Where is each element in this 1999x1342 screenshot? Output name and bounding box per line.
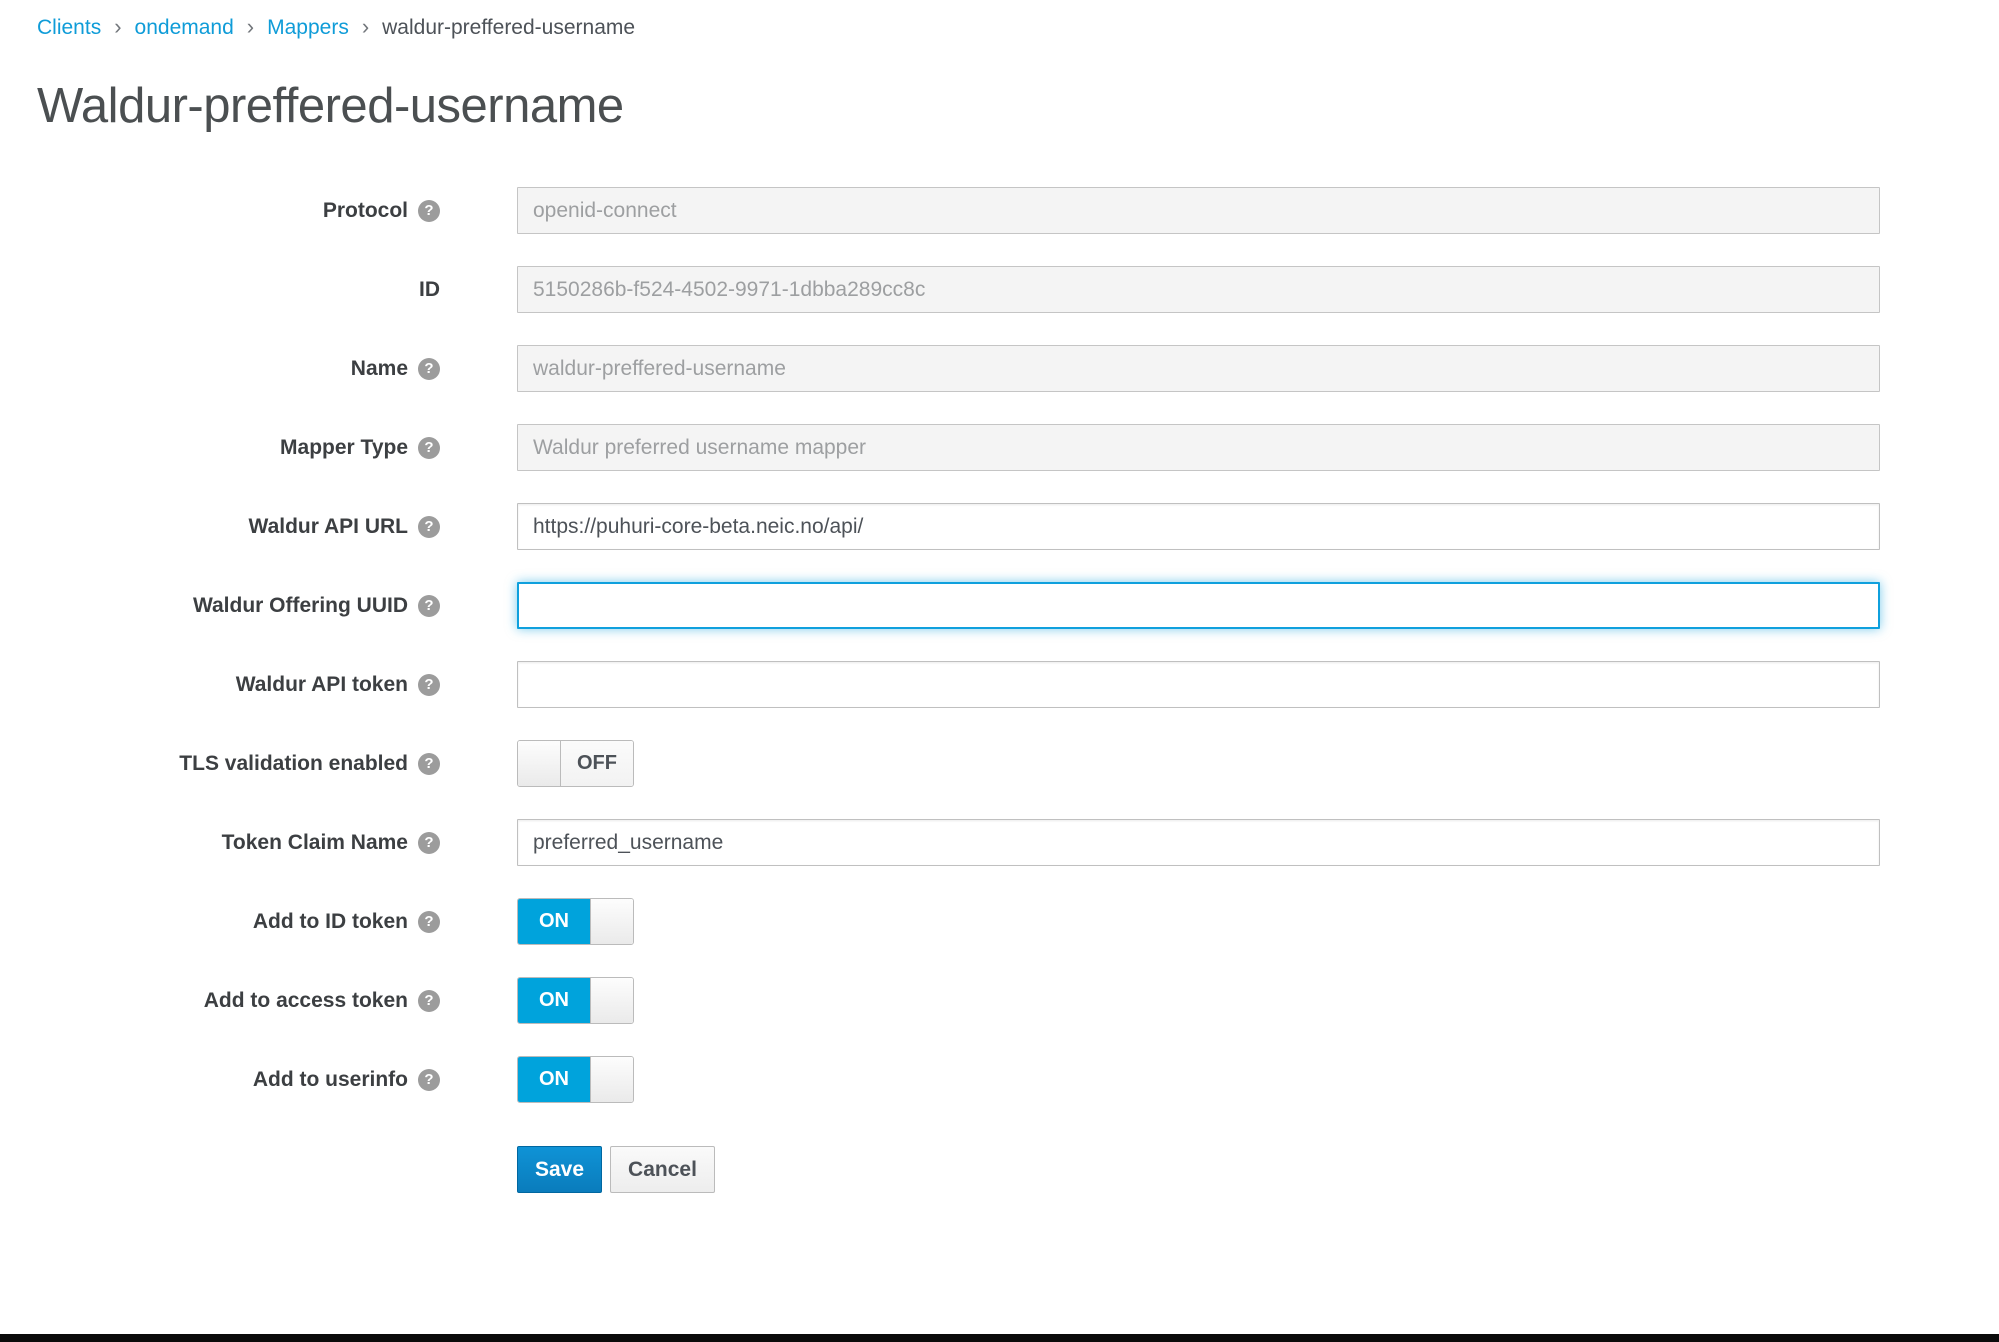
field-label-cell: Waldur API URL? — [0, 515, 440, 539]
keycloak-mapper-page: Clients › ondemand › Mappers › waldur-preffere… — [0, 0, 1999, 1342]
help-icon[interactable]: ? — [418, 437, 440, 459]
form-row-token-claim-name: Token Claim Name? — [0, 819, 1999, 866]
form-row-waldur-api-token: Waldur API token? — [0, 661, 1999, 708]
name-input — [517, 345, 1880, 392]
field-label: Protocol — [323, 199, 408, 223]
field-control-cell — [517, 187, 1880, 234]
token-claim-name-input[interactable] — [517, 819, 1880, 866]
help-icon[interactable]: ? — [418, 358, 440, 380]
toggle-state-label: ON — [518, 1057, 590, 1102]
field-label-cell: Token Claim Name? — [0, 831, 440, 855]
breadcrumb-separator-icon: › — [362, 14, 369, 39]
field-label: Waldur API token — [236, 673, 408, 697]
help-icon[interactable]: ? — [418, 990, 440, 1012]
breadcrumb-separator-icon: › — [114, 14, 121, 39]
toggle-handle — [518, 741, 561, 786]
field-control-cell: ON — [517, 898, 634, 945]
form-row-waldur-offering-uuid: Waldur Offering UUID? — [0, 582, 1999, 629]
field-label: Name — [351, 357, 408, 381]
field-label: Add to userinfo — [253, 1068, 408, 1092]
add-to-access-token-toggle[interactable]: ON — [517, 977, 634, 1024]
toggle-state-label: OFF — [561, 741, 633, 786]
breadcrumb-item-mappers[interactable]: Mappers — [267, 16, 349, 39]
field-control-cell — [517, 424, 1880, 471]
toggle-handle — [590, 978, 633, 1023]
field-label-cell: Waldur API token? — [0, 673, 440, 697]
field-control-cell — [517, 661, 1880, 708]
help-icon[interactable]: ? — [418, 595, 440, 617]
field-label: ID — [419, 278, 440, 302]
breadcrumb-item-waldur-preffered-username: waldur-preffered-username — [382, 16, 635, 39]
field-control-cell: ON — [517, 977, 634, 1024]
field-label-cell: Waldur Offering UUID? — [0, 594, 440, 618]
form-row-mapper-type: Mapper Type? — [0, 424, 1999, 471]
breadcrumb-separator-icon: › — [247, 14, 254, 39]
field-control-cell: OFF — [517, 740, 634, 787]
id-input — [517, 266, 1880, 313]
tls-validation-enabled-toggle[interactable]: OFF — [517, 740, 634, 787]
field-label: Add to ID token — [253, 910, 408, 934]
protocol-input — [517, 187, 1880, 234]
field-control-cell — [517, 582, 1880, 629]
form-row-name: Name? — [0, 345, 1999, 392]
help-icon[interactable]: ? — [418, 516, 440, 538]
mapper-form: Protocol?IDName?Mapper Type?Waldur API U… — [0, 187, 1999, 1103]
help-icon[interactable]: ? — [418, 1069, 440, 1091]
save-button[interactable]: Save — [517, 1146, 602, 1193]
form-row-protocol: Protocol? — [0, 187, 1999, 234]
add-to-id-token-toggle[interactable]: ON — [517, 898, 634, 945]
toggle-handle — [590, 899, 633, 944]
breadcrumb-item-clients[interactable]: Clients — [37, 16, 101, 39]
field-label-cell: TLS validation enabled? — [0, 752, 440, 776]
field-label-cell: Name? — [0, 357, 440, 381]
field-control-cell — [517, 819, 1880, 866]
bottom-edge-bar — [0, 1334, 1999, 1342]
field-label-cell: Mapper Type? — [0, 436, 440, 460]
field-label-cell: Add to userinfo? — [0, 1068, 440, 1092]
help-icon[interactable]: ? — [418, 911, 440, 933]
form-row-id: ID — [0, 266, 1999, 313]
form-row-waldur-api-url: Waldur API URL? — [0, 503, 1999, 550]
waldur-offering-uuid-input[interactable] — [517, 582, 1880, 629]
toggle-state-label: ON — [518, 899, 590, 944]
form-row-tls-validation-enabled: TLS validation enabled? OFF — [0, 740, 1999, 787]
field-control-cell — [517, 503, 1880, 550]
page-title: Waldur-preffered-username — [37, 77, 1999, 135]
help-icon[interactable]: ? — [418, 753, 440, 775]
toggle-state-label: ON — [518, 978, 590, 1023]
breadcrumb-item-ondemand[interactable]: ondemand — [135, 16, 234, 39]
field-label: Waldur API URL — [249, 515, 408, 539]
form-row-add-to-userinfo: Add to userinfo? ON — [0, 1056, 1999, 1103]
breadcrumb: Clients › ondemand › Mappers › waldur-preffere… — [0, 0, 1999, 41]
field-label-cell: ID — [0, 278, 440, 302]
mapper-type-input — [517, 424, 1880, 471]
cancel-button[interactable]: Cancel — [610, 1146, 715, 1193]
form-row-add-to-access-token: Add to access token? ON — [0, 977, 1999, 1024]
form-actions: Save Cancel — [517, 1146, 1999, 1193]
field-control-cell: ON — [517, 1056, 634, 1103]
field-label-cell: Protocol? — [0, 199, 440, 223]
form-row-add-to-id-token: Add to ID token? ON — [0, 898, 1999, 945]
field-control-cell — [517, 345, 1880, 392]
field-label: Add to access token — [204, 989, 408, 1013]
field-label: TLS validation enabled — [179, 752, 408, 776]
field-label: Mapper Type — [280, 436, 408, 460]
add-to-userinfo-toggle[interactable]: ON — [517, 1056, 634, 1103]
toggle-handle — [590, 1057, 633, 1102]
waldur-api-url-input[interactable] — [517, 503, 1880, 550]
field-control-cell — [517, 266, 1880, 313]
field-label: Waldur Offering UUID — [193, 594, 408, 618]
field-label: Token Claim Name — [222, 831, 408, 855]
help-icon[interactable]: ? — [418, 200, 440, 222]
waldur-api-token-input[interactable] — [517, 661, 1880, 708]
field-label-cell: Add to ID token? — [0, 910, 440, 934]
help-icon[interactable]: ? — [418, 674, 440, 696]
help-icon[interactable]: ? — [418, 832, 440, 854]
field-label-cell: Add to access token? — [0, 989, 440, 1013]
